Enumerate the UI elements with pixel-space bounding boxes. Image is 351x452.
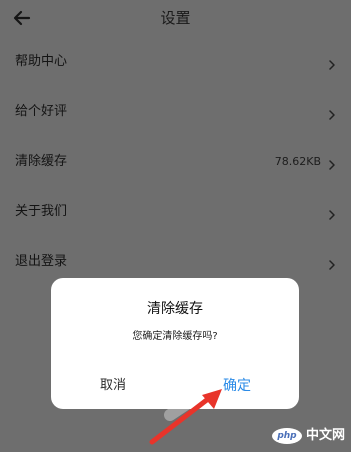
chevron-right-icon — [329, 56, 335, 70]
settings-item-label: 清除缓存 — [15, 154, 68, 169]
annotation-arrow-icon — [149, 389, 222, 445]
settings-item-rate-us[interactable]: 给个好评 — [0, 92, 351, 132]
chevron-right-icon — [329, 206, 335, 220]
dialog-title: 清除缓存 — [147, 301, 203, 317]
dialog-message: 您确定清除缓存吗? — [132, 331, 218, 342]
settings-item-label: 给个好评 — [15, 104, 68, 119]
chevron-right-icon — [329, 156, 335, 170]
settings-item-logout[interactable]: 退出登录 — [0, 242, 351, 282]
settings-item-about-us[interactable]: 关于我们 — [0, 192, 351, 232]
cache-size-value: 78.62KB — [274, 155, 321, 168]
chevron-right-icon — [329, 106, 335, 120]
php-cn-watermark: php 中文网 — [271, 426, 345, 446]
page-title: 设置 — [160, 9, 191, 27]
settings-item-label: 退出登录 — [15, 254, 68, 269]
settings-item-clear-cache[interactable]: 清除缓存 78.62KB — [0, 142, 351, 182]
chevron-right-icon — [329, 256, 335, 270]
watermark-text: 中文网 — [305, 428, 345, 443]
top-bar: 设置 — [0, 0, 351, 36]
settings-item-label: 关于我们 — [15, 204, 68, 219]
php-logo: php — [271, 428, 302, 444]
settings-item-label: 帮助中心 — [15, 54, 68, 69]
settings-item-help-center[interactable]: 帮助中心 — [0, 42, 351, 82]
